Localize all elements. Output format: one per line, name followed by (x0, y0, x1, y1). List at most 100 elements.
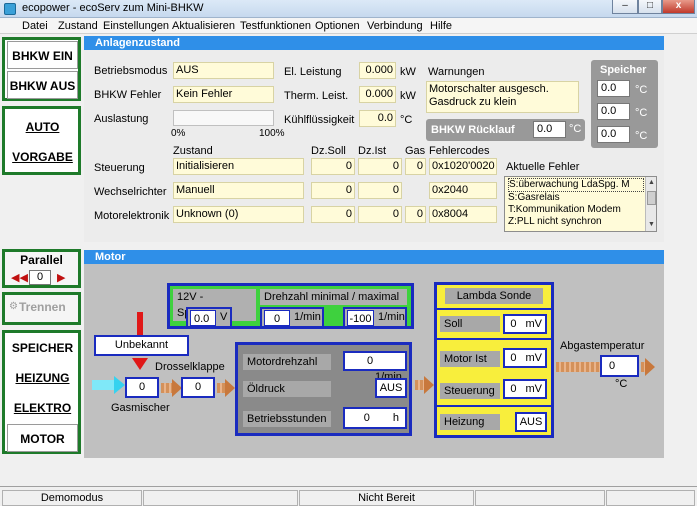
bhkw-ein-button[interactable]: BHKW EIN (7, 41, 78, 69)
el-leistung-field: 0.000 (359, 62, 396, 79)
abgas-unit: °C (615, 378, 628, 390)
view-group: SPEICHER HEIZUNG ELEKTRO MOTOR (2, 330, 81, 454)
status-cell-empty (143, 490, 298, 506)
menu-einstellungen[interactable]: Einstellungen (103, 20, 169, 32)
menu-testfunktionen[interactable]: Testfunktionen (240, 20, 311, 32)
gas-motorelektronik: 0 (405, 206, 426, 223)
row-label-wechselrichter: Wechselrichter (94, 186, 167, 198)
minimize-button[interactable]: – (612, 0, 638, 14)
speicher-unit-2: °C (635, 107, 648, 119)
menu-hilfe[interactable]: Hilfe (430, 20, 452, 32)
soll-unit: mV (525, 318, 543, 330)
drehzahl-label: Drehzahl minimal / maximal (260, 289, 407, 305)
dzsoll-motorelektronik: 0 (311, 206, 355, 223)
anlagenzustand-header: Anlagenzustand (84, 36, 664, 50)
soll-field: 0 (510, 318, 517, 330)
heizung-button[interactable]: HEIZUNG (7, 364, 78, 392)
trennen-button[interactable]: Trennen (19, 300, 66, 314)
unbekannt-field: Unbekannt (94, 335, 189, 356)
arrow-right-icon (424, 376, 434, 394)
speicher-unit-1: °C (635, 84, 648, 96)
lambda-label: Lambda Sonde (445, 288, 543, 304)
el-leistung-unit: kW (400, 66, 416, 78)
parallel-label: Parallel (20, 253, 63, 267)
menu-optionen[interactable]: Optionen (315, 20, 360, 32)
arrow-right-icon[interactable]: ▶ (57, 271, 65, 284)
spannung-unit: V (220, 311, 228, 323)
dmax-group: -100 1/min (343, 307, 407, 328)
drosselklappe-label: Drosselklappe (155, 361, 225, 373)
code-steuerung: 0x1020'0020 (429, 158, 497, 175)
aktuelle-fehler-list[interactable]: S:überwachung LdaSpg. M S:Gasrelais T:Ko… (504, 176, 657, 232)
maximize-button[interactable]: □ (638, 0, 662, 14)
heizung-field: AUS (515, 412, 547, 432)
speicher-temp-2: 0.0 (597, 103, 630, 120)
zustand-motorelektronik: Unknown (0) (173, 206, 304, 223)
ruecklauf-label: BHKW Rücklauf (431, 124, 515, 136)
gas-steuerung: 0 (405, 158, 426, 175)
scale-max: 100% (259, 128, 285, 139)
status-cell-empty (475, 490, 605, 506)
status-cell-empty (606, 490, 695, 506)
menu-verbindung[interactable]: Verbindung (367, 20, 423, 32)
scroll-down-icon[interactable]: ▼ (646, 219, 656, 231)
fehler-label: BHKW Fehler (94, 89, 162, 101)
scroll-thumb[interactable] (647, 191, 656, 205)
menu-aktualisieren[interactable]: Aktualisieren (172, 20, 235, 32)
motor-data-box: Motordrehzahl 0 1/min Öldruck AUS Betrie… (235, 342, 412, 436)
soll-group: 0 mV (503, 314, 547, 334)
col-zustand: Zustand (173, 145, 213, 157)
list-scrollbar[interactable]: ▲ ▼ (645, 177, 656, 231)
soll-row: Soll 0 mV (437, 308, 551, 340)
status-nicht-bereit: Nicht Bereit (299, 490, 474, 506)
row-label-motorelektronik: Motorelektronik (94, 210, 170, 222)
speicher-button[interactable]: SPEICHER (7, 334, 78, 362)
arrow-right-icon (645, 358, 655, 376)
motor-header: Motor (84, 250, 664, 264)
speicher-box: Speicher 0.0 °C 0.0 °C 0.0 °C (591, 60, 658, 148)
code-motorelektronik: 0x8004 (429, 206, 497, 223)
dmin-group: 0 1/min (260, 307, 324, 328)
col-dzsoll: Dz.Soll (311, 145, 346, 157)
scroll-up-icon[interactable]: ▲ (646, 177, 656, 189)
dmax-unit: 1/min (378, 311, 405, 323)
motordrehzahl-field: 0 (367, 355, 374, 367)
spannung-field: 0.0 (190, 310, 216, 326)
dzsoll-steuerung: 0 (311, 158, 355, 175)
gasmischer-field: 0 (125, 377, 159, 398)
scale-min: 0% (171, 128, 186, 139)
menu-zustand[interactable]: Zustand (58, 20, 98, 32)
dmin-field: 0 (264, 310, 290, 326)
gas-inlet-arrow (92, 380, 116, 390)
elektro-button[interactable]: ELEKTRO (7, 394, 78, 422)
warnungen-box: Motorschalter ausgesch. Gasdruck zu klei… (426, 81, 579, 113)
col-dzist: Dz.Ist (358, 145, 387, 157)
spannung-group: 0.0 V (186, 307, 232, 328)
fehler-field: Kein Fehler (173, 86, 274, 103)
trennen-icon: ⚙ (9, 301, 18, 312)
motorist-label: Motor Ist (440, 351, 500, 367)
dzsoll-wechselrichter: 0 (311, 182, 355, 199)
motorist-field: 0 (510, 352, 517, 364)
arrow-down-icon (132, 358, 148, 370)
motorist-group: 0 mV (503, 348, 547, 368)
drosselklappe-field: 0 (181, 377, 215, 398)
auto-button[interactable]: AUTO (7, 113, 78, 141)
motor-panel: Motor 12V - Spannung Drehzahl minimal / … (84, 250, 664, 458)
vorgabe-button[interactable]: VORGABE (7, 143, 78, 171)
menu-datei[interactable]: Datei (22, 20, 48, 32)
ruecklauf-field: 0.0 (533, 121, 566, 138)
bhkw-aus-button[interactable]: BHKW AUS (7, 71, 78, 99)
arrow-right-icon (225, 379, 235, 397)
betriebsstunden-group: 0 h (343, 407, 407, 429)
betriebsstunden-unit: h (392, 412, 399, 424)
status-demomodus: Demomodus (2, 490, 142, 506)
arrow-left-icon[interactable]: ◀◀ (11, 271, 28, 284)
motor-button[interactable]: MOTOR (7, 424, 78, 452)
betriebsstunden-label: Betriebsstunden (243, 411, 331, 427)
ruecklauf-unit: °C (569, 123, 582, 135)
close-button[interactable]: x (662, 0, 695, 14)
flow-arrow-4 (556, 362, 600, 372)
kuehl-label: Kühlflüssigkeit (284, 114, 355, 126)
therm-label: Therm. Leist. (284, 90, 349, 102)
